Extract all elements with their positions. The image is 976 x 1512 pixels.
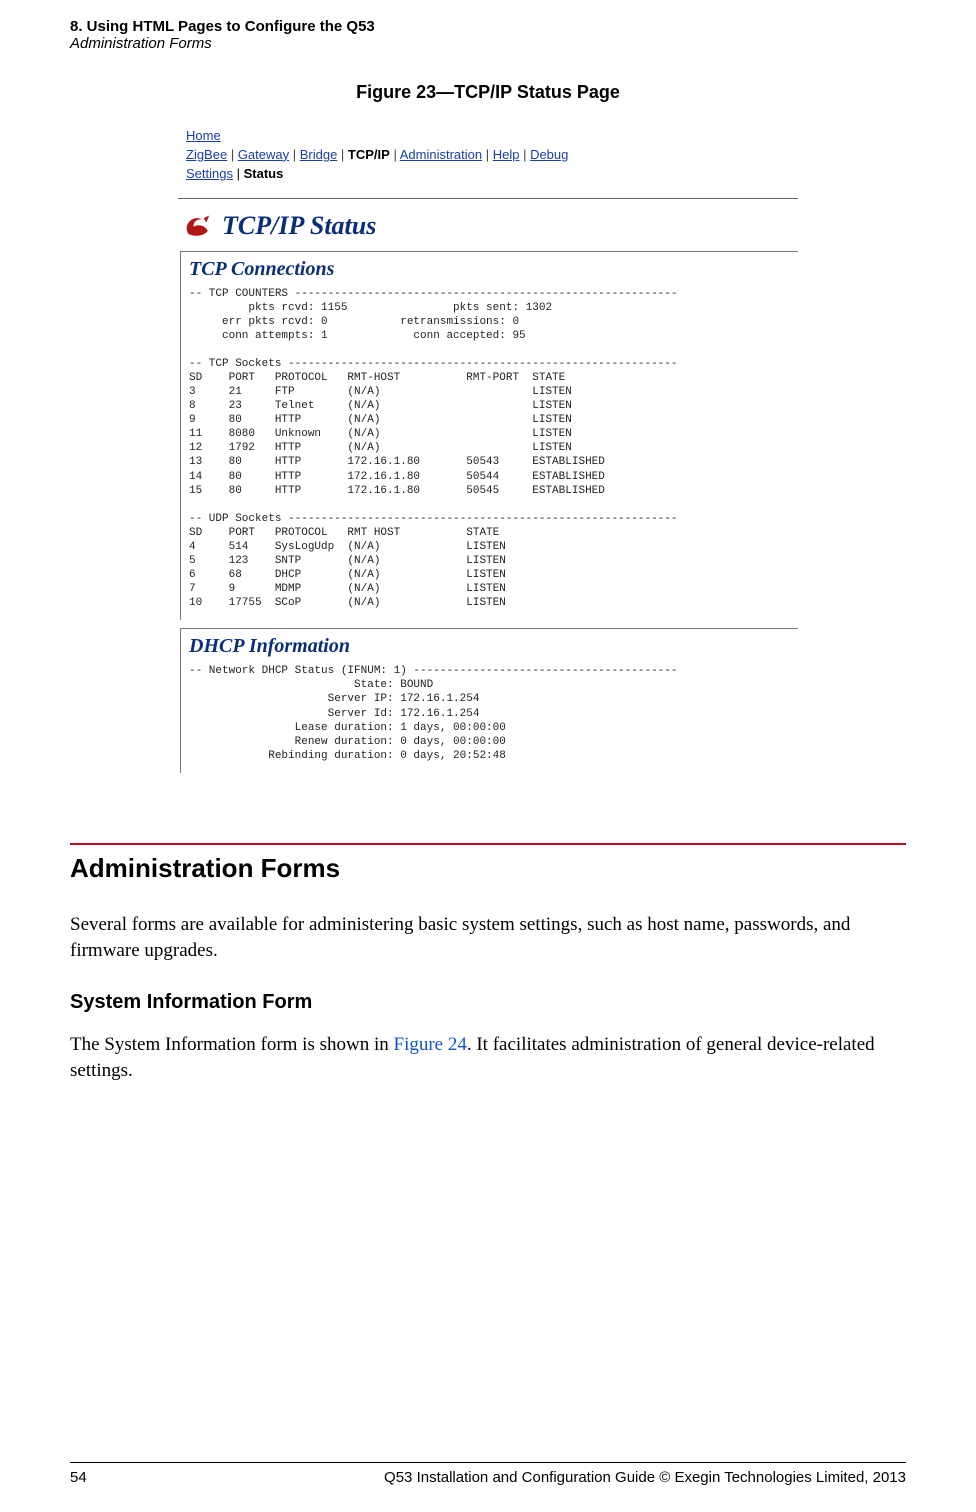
subnav-settings[interactable]: Settings bbox=[186, 166, 233, 181]
page-footer: 54 Q53 Installation and Configuration Gu… bbox=[70, 1462, 906, 1486]
subsection-heading: System Information Form bbox=[70, 991, 906, 1014]
nav-crumb-zigbee[interactable]: ZigBee bbox=[186, 147, 227, 162]
subsection-text-pre: The System Information form is shown in bbox=[70, 1034, 394, 1055]
section-paragraph: Several forms are available for administ… bbox=[70, 912, 906, 963]
divider bbox=[178, 198, 798, 199]
chapter-title: 8. Using HTML Pages to Configure the Q53 bbox=[70, 18, 906, 35]
nav-crumb-tcpip[interactable]: TCP/IP bbox=[348, 147, 390, 162]
dhcp-panel: DHCP Information -- Network DHCP Status … bbox=[180, 628, 798, 773]
exegin-logo-icon bbox=[184, 214, 212, 238]
running-header: 8. Using HTML Pages to Configure the Q53… bbox=[70, 0, 906, 52]
footer-page-number: 54 bbox=[70, 1469, 87, 1486]
tcp-panel: TCP Connections -- TCP COUNTERS --------… bbox=[180, 251, 798, 621]
dhcp-pre: -- Network DHCP Status (IFNUM: 1) ------… bbox=[189, 664, 790, 763]
nav-crumb-bridge[interactable]: Bridge bbox=[300, 147, 338, 162]
nav-home-link[interactable]: Home bbox=[186, 128, 221, 143]
section-heading: Administration Forms bbox=[70, 853, 906, 884]
nav-crumb-help[interactable]: Help bbox=[493, 147, 520, 162]
subsection-paragraph: The System Information form is shown in … bbox=[70, 1032, 906, 1083]
subnav-status[interactable]: Status bbox=[244, 166, 284, 181]
header-subtitle: Administration Forms bbox=[70, 35, 906, 52]
nav-crumbs: ZigBee | Gateway | Bridge | TCP/IP | Adm… bbox=[186, 146, 790, 165]
status-title-row: TCP/IP Status bbox=[178, 205, 798, 251]
tcp-heading: TCP Connections bbox=[189, 258, 790, 281]
nav-crumb-debug[interactable]: Debug bbox=[530, 147, 568, 162]
screenshot-nav: Home ZigBee | Gateway | Bridge | TCP/IP … bbox=[178, 121, 798, 194]
footer-text: Q53 Installation and Configuration Guide… bbox=[384, 1469, 906, 1486]
screenshot-container: Home ZigBee | Gateway | Bridge | TCP/IP … bbox=[178, 121, 798, 773]
nav-crumb-gateway[interactable]: Gateway bbox=[238, 147, 289, 162]
figure-caption: Figure 23—TCP/IP Status Page bbox=[70, 82, 906, 103]
figure-24-xref[interactable]: Figure 24 bbox=[394, 1034, 467, 1055]
section-rule bbox=[70, 843, 906, 845]
tcp-pre: -- TCP COUNTERS ------------------------… bbox=[189, 287, 790, 611]
status-page-title: TCP/IP Status bbox=[222, 211, 376, 241]
dhcp-heading: DHCP Information bbox=[189, 635, 790, 658]
nav-subnav: Settings | Status bbox=[186, 165, 790, 184]
nav-crumb-administration[interactable]: Administration bbox=[400, 147, 482, 162]
